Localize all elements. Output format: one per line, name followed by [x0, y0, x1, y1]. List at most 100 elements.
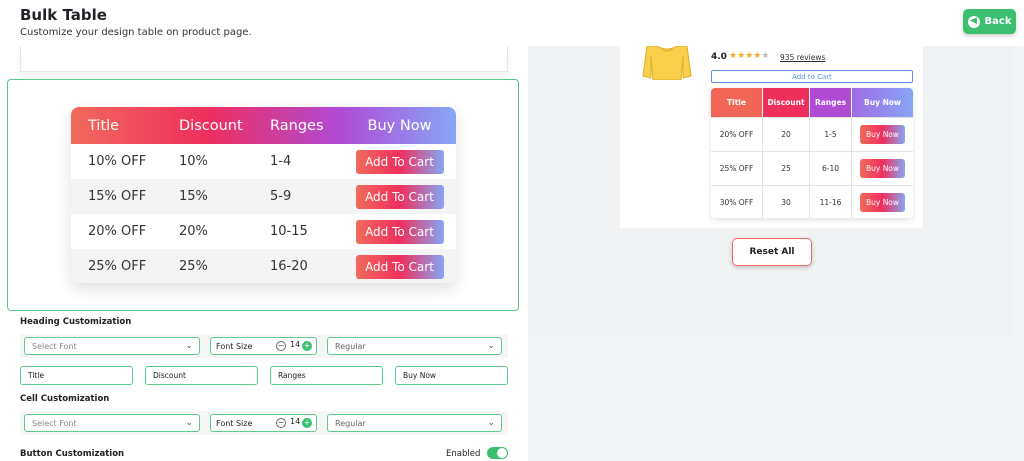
add-to-cart-button[interactable]: Add To Cart — [355, 149, 444, 174]
cell-font-select[interactable]: Select Font ⌄ — [24, 414, 200, 432]
add-to-cart-button[interactable]: Add to Cart — [711, 70, 913, 83]
buy-now-button[interactable]: Buy Now — [860, 193, 905, 212]
chevron-down-icon: ⌄ — [185, 418, 193, 428]
product-table-header: Title Discount Ranges Buy Now — [711, 88, 913, 117]
cell-discount: 15% — [179, 189, 208, 204]
cell-range: 10-15 — [270, 224, 308, 239]
table-row: 20% OFF 20% 10-15 Add To Cart — [71, 214, 456, 249]
heading-buy-now-input[interactable]: Buy Now — [395, 366, 508, 385]
font-size-label: Font Size — [216, 418, 253, 428]
star-icon: ★ — [761, 51, 770, 61]
heading-title-input[interactable]: Title — [20, 366, 133, 385]
cell-title: 20% OFF — [711, 118, 763, 151]
heading-customization-label: Heading Customization — [20, 317, 132, 327]
enabled-label: Enabled — [446, 449, 481, 459]
header-cell: Title — [88, 117, 120, 134]
top-card — [20, 46, 508, 72]
cell-button: Buy Now — [852, 186, 913, 218]
page-subtitle: Customize your design table on product p… — [20, 27, 252, 38]
cell-weight-select[interactable]: Regular ⌄ — [327, 414, 502, 432]
chevron-down-icon: ⌄ — [487, 418, 495, 428]
button-customization-label: Button Customization — [20, 449, 125, 459]
button-enabled-toggle[interactable] — [487, 447, 508, 459]
page-header: Bulk Table Customize your design table o… — [0, 0, 1024, 46]
heading-discount-input[interactable]: Discount — [145, 366, 258, 385]
cell-range: 1-4 — [270, 154, 292, 169]
table-row: 15% OFF 15% 5-9 Add To Cart — [71, 179, 456, 214]
chevron-down-icon: ⌄ — [185, 341, 193, 351]
table-row: 30% OFF 30 11-16 Buy Now — [711, 185, 913, 218]
add-to-cart-button[interactable]: Add To Cart — [355, 254, 444, 279]
plus-icon[interactable]: + — [302, 418, 312, 428]
cell-button: Buy Now — [852, 152, 913, 185]
header-cell: Ranges — [270, 117, 324, 134]
add-to-cart-button[interactable]: Add To Cart — [355, 184, 444, 209]
bulk-table-preview: Title Discount Ranges Buy Now 10% OFF 10… — [71, 107, 456, 283]
back-button-label: Back — [984, 16, 1012, 27]
cell-font-placeholder: Select Font — [32, 418, 77, 428]
reviews-link[interactable]: 935 reviews — [780, 53, 825, 62]
cell-title: 25% OFF — [711, 152, 763, 185]
minus-icon[interactable]: − — [276, 341, 286, 351]
cell-title: 15% OFF — [88, 189, 147, 204]
cell-title: 20% OFF — [88, 224, 147, 239]
buy-now-button[interactable]: Buy Now — [860, 125, 905, 144]
table-row: 25% OFF 25% 16-20 Add To Cart — [71, 249, 456, 283]
cell-range: 5-9 — [270, 189, 292, 204]
product-bulk-table: Title Discount Ranges Buy Now 20% OFF 20… — [711, 88, 913, 218]
cell-discount: 25 — [763, 152, 810, 185]
plus-icon[interactable]: + — [302, 341, 312, 351]
page-title: Bulk Table — [20, 6, 107, 24]
back-button[interactable]: ◀ Back — [963, 9, 1016, 34]
heading-ranges-input[interactable]: Ranges — [270, 366, 383, 385]
cell-font-size-stepper[interactable]: Font Size − 14 + — [210, 414, 317, 432]
heading-font-placeholder: Select Font — [32, 341, 77, 351]
cell-weight-value: Regular — [335, 418, 366, 428]
cell-customization-label: Cell Customization — [20, 394, 110, 404]
font-size-value: 14 — [290, 340, 301, 349]
cell-discount: 20 — [763, 118, 810, 151]
reset-all-button[interactable]: Reset All — [732, 238, 812, 266]
cell-range: 1-5 — [810, 118, 852, 151]
header-cell: Buy Now — [367, 117, 432, 134]
cell-discount: 25% — [179, 259, 208, 274]
header-cell: Buy Now — [852, 88, 913, 117]
cell-button: Buy Now — [852, 118, 913, 151]
bulk-table-header: Title Discount Ranges Buy Now — [71, 107, 456, 144]
cell-button: Add To Cart — [343, 149, 456, 174]
font-size-value: 14 — [290, 417, 301, 426]
heading-font-select[interactable]: Select Font ⌄ — [24, 337, 200, 355]
heading-weight-value: Regular — [335, 341, 366, 351]
add-to-cart-button[interactable]: Add To Cart — [355, 219, 444, 244]
table-row: 25% OFF 25 6-10 Buy Now — [711, 151, 913, 185]
font-size-label: Font Size — [216, 341, 253, 351]
cell-title: 10% OFF — [88, 154, 147, 169]
cell-range: 6-10 — [810, 152, 852, 185]
table-row: 20% OFF 20 1-5 Buy Now — [711, 117, 913, 151]
cell-range: 16-20 — [270, 259, 308, 274]
rating-value: 4.0 — [711, 52, 727, 62]
cell-button: Add To Cart — [343, 254, 456, 279]
buy-now-button[interactable]: Buy Now — [860, 159, 905, 178]
cell-button: Add To Cart — [343, 219, 456, 244]
header-cell: Ranges — [810, 88, 852, 117]
heading-font-size-stepper[interactable]: Font Size − 14 + — [210, 337, 317, 355]
header-cell: Discount — [763, 88, 810, 117]
cell-range: 11-16 — [810, 186, 852, 218]
cell-discount: 10% — [179, 154, 208, 169]
cell-title: 30% OFF — [711, 186, 763, 218]
header-cell: Discount — [179, 117, 243, 134]
heading-weight-select[interactable]: Regular ⌄ — [327, 337, 502, 355]
cell-discount: 20% — [179, 224, 208, 239]
star-rating: ★★★★★ — [729, 51, 769, 61]
sweater-icon — [642, 46, 692, 80]
cell-title: 25% OFF — [88, 259, 147, 274]
arrow-left-icon: ◀ — [967, 15, 980, 28]
cell-button: Add To Cart — [343, 184, 456, 209]
chevron-down-icon: ⌄ — [487, 341, 495, 351]
minus-icon[interactable]: − — [276, 418, 286, 428]
header-cell: Title — [711, 88, 763, 117]
star-icon: ★ — [737, 51, 746, 61]
table-row: 10% OFF 10% 1-4 Add To Cart — [71, 144, 456, 179]
cell-discount: 30 — [763, 186, 810, 218]
